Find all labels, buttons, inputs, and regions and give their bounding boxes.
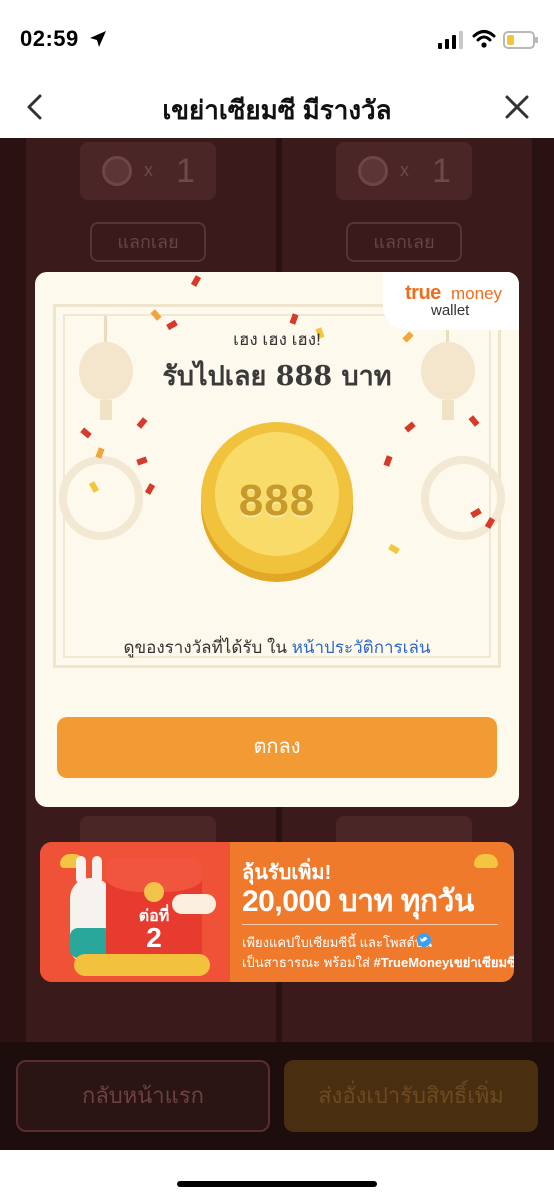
reward-title: รับไปเลย 888 บาท bbox=[162, 361, 392, 392]
token-count: 1 bbox=[176, 152, 195, 190]
twitter-icon bbox=[417, 933, 431, 947]
cloud-icon bbox=[172, 894, 216, 914]
home-indicator[interactable] bbox=[177, 1181, 377, 1187]
banner-amount: 20,000 บาท ทุกวัน bbox=[242, 885, 474, 918]
gold-ingot-icon bbox=[474, 854, 498, 868]
history-text: ดูของรางวัลที่ได้รับ ใน bbox=[123, 638, 287, 657]
envelope-seal bbox=[144, 882, 164, 902]
wifi-icon bbox=[472, 30, 496, 48]
home-indicator-area bbox=[0, 1150, 554, 1200]
token-count: 1 bbox=[432, 152, 451, 190]
close-icon[interactable] bbox=[504, 94, 530, 120]
history-hint: ดูของรางวัลที่ได้รับ ใน หน้าประวัติการเล… bbox=[35, 634, 519, 661]
bottom-action-bar: กลับหน้าแรก ส่งอั่งเปารับสิทธิ์เพิ่ม bbox=[0, 1042, 554, 1150]
apple-token-counter: x 1 bbox=[80, 142, 216, 200]
battery-icon bbox=[503, 31, 538, 49]
coin-icon: 888 bbox=[201, 422, 353, 574]
medallion-ornament bbox=[421, 456, 505, 540]
apple-icon bbox=[358, 156, 388, 186]
ok-button[interactable]: ตกลง bbox=[57, 717, 497, 778]
brand-wallet-text: wallet bbox=[431, 302, 470, 319]
token-multiplier: x bbox=[400, 160, 409, 180]
banner-divider bbox=[242, 924, 498, 925]
truemoney-wallet-logo: true money wallet bbox=[383, 272, 519, 330]
send-angpao-button: ส่งอั่งเปารับสิทธิ์เพิ่ม bbox=[284, 1060, 538, 1132]
location-arrow-icon bbox=[90, 31, 106, 47]
brand-money-text: money bbox=[451, 284, 503, 303]
status-time: 02:59 bbox=[20, 26, 79, 51]
cellular-signal-icon bbox=[438, 31, 463, 49]
apple-icon bbox=[102, 156, 132, 186]
envelope-number: 2 bbox=[146, 922, 162, 953]
promo-banner[interactable]: ต่อที่ 2 ลุ้นรับเพิ่ม! 20,000 บาท ทุกวัน… bbox=[40, 842, 514, 982]
banner-illustration: ต่อที่ 2 bbox=[40, 842, 230, 982]
token-multiplier: x bbox=[144, 160, 153, 180]
nav-bar: เขย่าเซียมซี มีรางวัล bbox=[0, 80, 554, 138]
home-button: กลับหน้าแรก bbox=[16, 1060, 270, 1132]
reward-subtitle: เฮง เฮง เฮง! bbox=[233, 330, 321, 349]
reward-modal: true money wallet เฮง เฮง เฮง! รับไปเลย … bbox=[35, 272, 519, 807]
medallion-ornament bbox=[59, 456, 143, 540]
banner-hashtag-prefix: เป็นสาธารณะ พร้อมใส่ bbox=[242, 955, 370, 970]
gold-coins-pile bbox=[74, 954, 210, 976]
confetti-piece bbox=[190, 275, 202, 287]
status-bar: 02:59 bbox=[0, 0, 554, 80]
history-link[interactable]: หน้าประวัติการเล่น bbox=[292, 638, 431, 657]
banner-instruction: เพียงแคปใบเซียมซีนี้ และโพสต์บน bbox=[242, 935, 433, 950]
apple-token-counter: x 1 bbox=[336, 142, 472, 200]
coin-face: 888 bbox=[215, 432, 339, 556]
banner-hashtag-line: เป็นสาธารณะ พร้อมใส่ #TrueMoneyเขย่าเซีย… bbox=[242, 952, 514, 973]
page-title: เขย่าเซียมซี มีรางวัล bbox=[162, 95, 392, 125]
redeem-button: แลกเลย bbox=[346, 222, 462, 262]
coin-value: 888 bbox=[238, 476, 316, 525]
banner-hashtag: #TrueMoneyเขย่าเซียมซี bbox=[373, 955, 514, 970]
redeem-button: แลกเลย bbox=[90, 222, 206, 262]
